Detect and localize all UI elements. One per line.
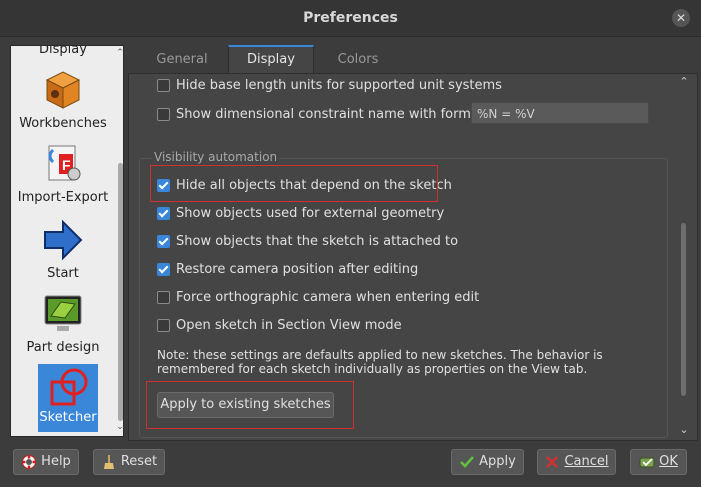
checkbox-show-constraint-name[interactable] [157, 108, 170, 121]
checkmark-icon [460, 455, 475, 468]
option-label: Open sketch in Section View mode [176, 318, 402, 333]
checkbox-force-orthographic[interactable] [157, 291, 170, 304]
chevron-down-icon[interactable]: ⌄ [115, 422, 123, 432]
apply-button[interactable]: Apply [451, 449, 524, 475]
checkbox-restore-camera[interactable] [157, 263, 170, 276]
sidebar-item-import-export[interactable]: F Import-Export [11, 142, 115, 205]
panel-scroll-thumb[interactable] [681, 223, 686, 396]
sidebar-scroll-thumb[interactable] [118, 163, 123, 421]
sidebar-item-label: Import-Export [17, 190, 109, 205]
option-label: Show objects that the sketch is attached… [176, 234, 459, 249]
option-label: Hide base length units for supported uni… [176, 78, 502, 93]
tab-general[interactable]: General [140, 47, 224, 73]
sidebar-item-label: Start [47, 266, 79, 281]
help-label: Help [41, 454, 71, 469]
apply-label: Apply [479, 454, 516, 469]
sidebar-item-label: Workbenches [19, 116, 107, 131]
ok-label: OK [659, 454, 678, 469]
ok-icon [639, 457, 655, 467]
note-line: Note: these settings are defaults applie… [157, 348, 603, 362]
reset-button[interactable]: Reset [93, 449, 165, 475]
settings-note: Note: these settings are defaults applie… [157, 348, 637, 376]
cancel-button[interactable]: Cancel [537, 449, 616, 475]
lifebuoy-icon [22, 454, 37, 469]
sidebar-scrollbar[interactable]: ⌃ ⌄ [115, 48, 123, 434]
sidebar-item-part-design[interactable]: Part design [11, 292, 115, 355]
part-design-icon [44, 295, 82, 331]
chevron-up-icon[interactable]: ⌃ [115, 48, 123, 58]
workbenches-icon [45, 71, 81, 109]
checkbox-show-external-geometry[interactable] [157, 207, 170, 220]
panel-scrollbar[interactable]: ⌃ ⌄ [678, 75, 690, 437]
broom-icon [103, 454, 114, 469]
ok-button[interactable]: OK [630, 449, 687, 475]
sidebar-item-workbenches[interactable]: Workbenches [11, 68, 115, 131]
constraint-format-input[interactable]: %N = %V [471, 102, 649, 124]
checkbox-section-view[interactable] [157, 319, 170, 332]
option-label: Restore camera position after editing [176, 262, 419, 277]
chevron-up-icon[interactable]: ⌃ [678, 75, 690, 88]
option-label: Show dimensional constraint name with fo… [176, 107, 484, 122]
note-line: remembered for each sketch individually … [157, 362, 588, 376]
tab-colors[interactable]: Colors [316, 47, 400, 73]
start-arrow-icon [44, 219, 83, 261]
highlight-box [150, 165, 438, 202]
sidebar-item-start[interactable]: Start [11, 218, 115, 281]
help-button[interactable]: Help [13, 449, 79, 475]
checkbox-show-attached-objects[interactable] [157, 235, 170, 248]
sidebar-item-sketcher[interactable]: Sketcher [38, 364, 98, 432]
preferences-sidebar[interactable]: Display Workbenches F Import-Export Star… [10, 45, 124, 437]
cancel-x-icon [546, 455, 559, 468]
cancel-label: Cancel [564, 454, 609, 469]
checkbox-hide-base-units[interactable] [157, 79, 170, 92]
option-label: Show objects used for external geometry [176, 206, 445, 221]
sketcher-icon [50, 368, 88, 406]
group-title: Visibility automation [152, 150, 280, 164]
highlight-box [146, 381, 354, 429]
sidebar-item-display[interactable]: Display [11, 45, 115, 57]
chevron-down-icon[interactable]: ⌄ [678, 423, 690, 436]
tab-display[interactable]: Display [228, 45, 314, 75]
sidebar-item-label: Sketcher [39, 410, 97, 425]
import-export-icon: F [48, 145, 81, 181]
sidebar-item-label: Part design [26, 340, 100, 355]
option-label: Force orthographic camera when entering … [176, 290, 480, 305]
sidebar-item-label: Display [39, 45, 87, 57]
title-bar: Preferences ✕ [0, 0, 701, 37]
close-icon[interactable]: ✕ [672, 9, 690, 27]
window-title: Preferences [303, 10, 398, 26]
reset-label: Reset [120, 454, 158, 469]
